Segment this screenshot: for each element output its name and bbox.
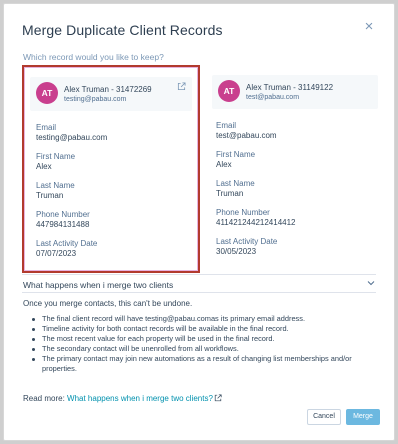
field-value: 447984131488 — [36, 220, 90, 229]
record-question: Which record would you like to keep? — [23, 52, 164, 62]
field-label: Email — [36, 123, 57, 132]
field-last-name: Last Name Truman — [36, 181, 75, 201]
list-item: The secondary contact will be unenrolled… — [30, 344, 375, 354]
field-value: 41142124421241441​2 — [216, 218, 296, 227]
avatar: AT — [36, 82, 58, 104]
external-link-icon[interactable] — [177, 82, 186, 91]
field-label: Last Name — [36, 181, 75, 190]
avatar: AT — [218, 80, 240, 102]
field-value: Alex — [36, 162, 52, 171]
info-intro: Once you merge contacts, this can't be u… — [23, 299, 193, 308]
record-cards: AT Alex Truman - 31472269 testing@pabau.… — [22, 65, 378, 273]
external-link-icon[interactable] — [214, 394, 222, 402]
field-last-activity: Last Activity Date 30/05/2023 — [216, 237, 277, 257]
field-label: Last Activity Date — [216, 237, 278, 246]
read-more: Read more: What happens when i merge two… — [23, 394, 222, 403]
modal-title: Merge Duplicate Client Records — [22, 22, 223, 38]
info-bullet-list: The final client record will have testin… — [30, 314, 375, 374]
record-header: AT Alex Truman - 31149122 test@pabau.com — [212, 75, 378, 109]
record-card-primary[interactable]: AT Alex Truman - 31472269 testing@pabau.… — [22, 65, 200, 273]
divider — [22, 292, 376, 293]
field-label: First Name — [216, 150, 256, 159]
field-last-activity: Last Activity Date 07/07/2023 — [36, 239, 97, 259]
close-icon[interactable]: × — [362, 19, 376, 34]
field-value: Truman — [36, 191, 64, 200]
field-value: Truman — [216, 189, 244, 198]
field-last-name: Last Name Truman — [216, 179, 255, 199]
field-phone: Phone Number 447984131488 — [36, 210, 90, 230]
read-more-prefix: Read more: — [23, 394, 68, 403]
field-first-name: First Name Alex — [216, 150, 255, 170]
cancel-button[interactable]: Cancel — [307, 409, 341, 425]
field-label: Phone Number — [216, 208, 270, 217]
record-email: testing@pabau.com — [64, 96, 127, 103]
chevron-down-icon[interactable] — [366, 278, 376, 288]
record-header: AT Alex Truman - 31472269 testing@pabau.… — [30, 77, 192, 111]
field-value: test@pabau.com — [216, 131, 277, 140]
list-item: The final client record will have testin… — [30, 314, 375, 324]
divider — [22, 274, 376, 275]
field-label: Last Activity Date — [36, 239, 98, 248]
list-item: The most recent value for each property … — [30, 334, 375, 344]
merge-modal: Merge Duplicate Client Records × Which r… — [3, 3, 395, 441]
field-label: Last Name — [216, 179, 255, 188]
record-email: test@pabau.com — [246, 94, 300, 101]
list-item: Timeline activity for both contact recor… — [30, 324, 375, 334]
field-value: 07/07/2023 — [36, 249, 77, 258]
field-label: Phone Number — [36, 210, 90, 219]
list-item: The primary contact may join new automat… — [30, 354, 375, 374]
info-heading[interactable]: What happens when i merge two clients — [23, 280, 173, 290]
field-email: Email testing@pabau.com — [36, 123, 107, 143]
field-email: Email test@pabau.com — [216, 121, 277, 141]
field-value: testing@pabau.com — [36, 133, 108, 142]
field-label: Email — [216, 121, 237, 130]
field-value: 30/05/2023 — [216, 247, 257, 256]
record-name: Alex Truman - 31472269 — [64, 85, 152, 94]
record-name: Alex Truman - 31149122 — [246, 83, 334, 92]
field-phone: Phone Number 41142124421241441​2 — [216, 208, 296, 228]
field-first-name: First Name Alex — [36, 152, 75, 172]
read-more-link[interactable]: What happens when i merge two clients? — [67, 394, 213, 403]
field-value: Alex — [216, 160, 232, 169]
record-card-secondary[interactable]: AT Alex Truman - 31149122 test@pabau.com… — [212, 65, 378, 273]
field-label: First Name — [36, 152, 76, 161]
merge-button[interactable]: Merge — [346, 409, 380, 425]
